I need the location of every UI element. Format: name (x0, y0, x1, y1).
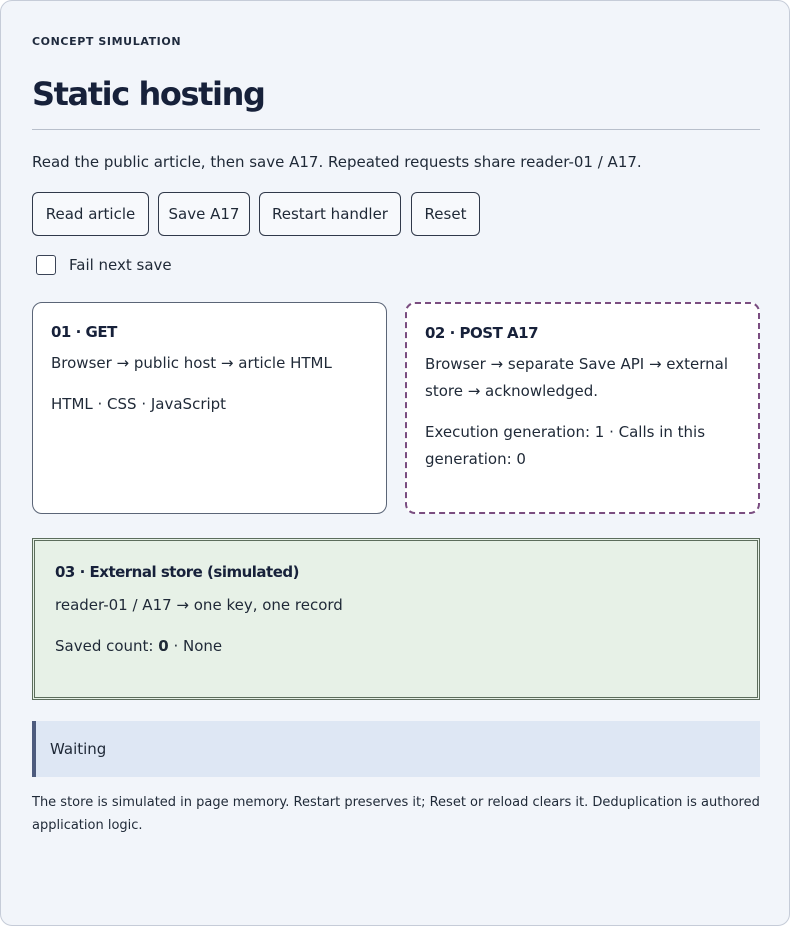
intro-text: Read the public article, then save A17. … (32, 153, 642, 171)
eyebrow-label: CONCEPT SIMULATION (32, 35, 182, 48)
title-divider (32, 129, 760, 130)
page-title: Static hosting (32, 75, 266, 113)
restart-handler-button[interactable]: Restart handler (259, 192, 401, 236)
step-post-generation: Execution generation: 1 · Calls in this … (425, 423, 706, 468)
external-store-heading: 03 · External store (simulated) (55, 563, 299, 581)
step-post-card: 02 · POST A17 Browser → separate Save AP… (405, 302, 760, 514)
saved-count-line: Saved count: 0 · None (55, 633, 737, 660)
saved-count-value: 0 (158, 637, 169, 655)
step-get-card: 01 · GET Browser → public host → article… (32, 302, 387, 514)
fail-next-save-checkbox[interactable] (36, 255, 56, 275)
simulation-panel: CONCEPT SIMULATION Static hosting Read t… (0, 0, 790, 926)
status-message: Waiting (32, 721, 760, 777)
save-a17-button[interactable]: Save A17 (158, 192, 250, 236)
fail-next-save-label: Fail next save (69, 256, 172, 274)
saved-count-detail: · None (168, 637, 223, 655)
status-text: Waiting (50, 740, 107, 758)
step-get-heading: 01 · GET (51, 323, 117, 341)
reset-button[interactable]: Reset (411, 192, 480, 236)
step-post-heading: 02 · POST A17 (425, 324, 539, 342)
saved-count-label: Saved count: (55, 637, 159, 655)
fail-next-save-toggle[interactable]: Fail next save (36, 255, 172, 275)
footnote: The store is simulated in page memory. R… (32, 795, 760, 833)
step-get-assets: HTML · CSS · JavaScript (51, 395, 227, 413)
read-article-button[interactable]: Read article (32, 192, 149, 236)
external-store-card: 03 · External store (simulated) reader-0… (32, 538, 760, 700)
external-store-key: reader-01 / A17 → one key, one record (55, 596, 343, 614)
step-get-flow: Browser → public host → article HTML (51, 354, 332, 372)
step-post-flow: Browser → separate Save API → external s… (425, 355, 729, 400)
